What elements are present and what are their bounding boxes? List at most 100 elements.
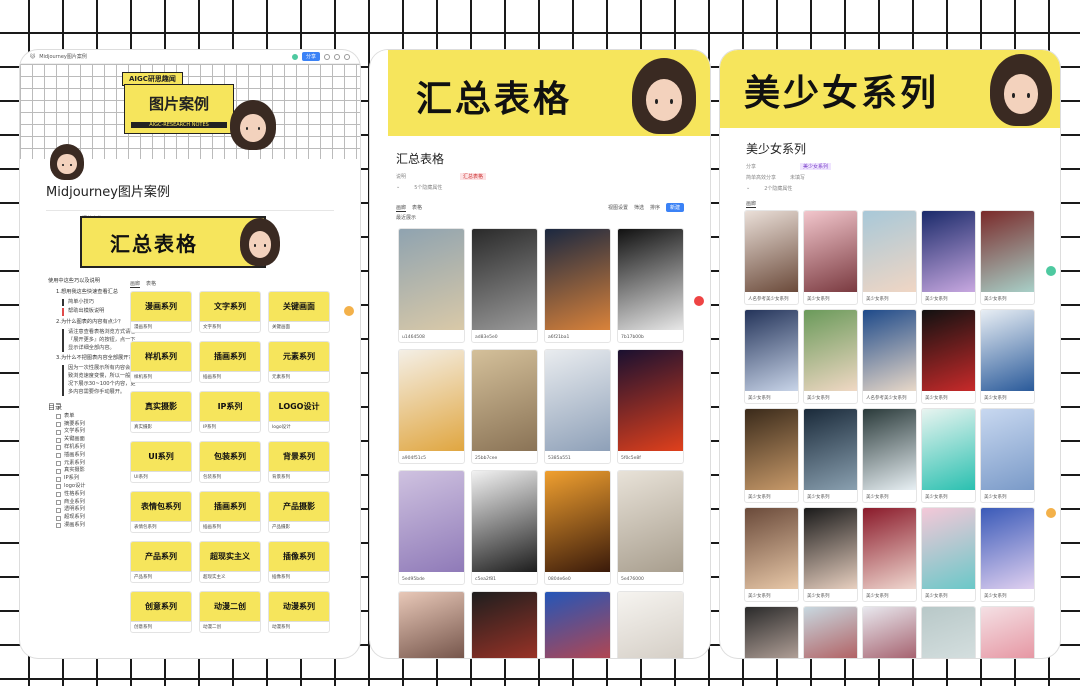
photo-card[interactable]: 美少女系列 [921,309,976,404]
clock-icon[interactable] [334,53,340,60]
photo-card[interactable] [862,606,917,658]
dir-item[interactable]: 超现系列 [56,514,136,522]
photo-card[interactable]: 7b17b00b [617,228,684,343]
dir-item[interactable]: 关键画面 [56,436,136,444]
photo-card[interactable]: 美少女系列 [980,309,1035,404]
photo-card[interactable]: 美少女系列 [980,507,1035,602]
photo-card[interactable]: 美少女系列 [980,210,1035,305]
photo-card[interactable]: 美少女系列 [744,309,799,404]
photo-card[interactable]: a904f51c5 [398,349,465,464]
photo-card[interactable] [617,591,684,658]
photo-card[interactable] [980,606,1035,658]
dir-item[interactable]: IP系列 [56,475,136,483]
more-icon[interactable] [344,53,350,60]
photo-card[interactable]: 美少女系列 [744,507,799,602]
category-card[interactable]: 超现实主义 超现实主义 [199,541,261,583]
tab-gallery[interactable]: 画廊 [130,280,141,288]
photo-card[interactable] [921,606,976,658]
avatar[interactable] [291,53,298,60]
photo-image [804,211,857,292]
new-button[interactable]: 新建 [665,203,684,212]
category-card[interactable]: 真实摄影 真实摄影 [130,391,192,433]
photo-card[interactable] [803,606,858,658]
category-card[interactable]: 漫画系列 漫画系列 [130,291,192,333]
photo-card[interactable]: 5e476000 [617,470,684,585]
dir-tab[interactable]: 表单 [56,413,136,421]
photo-card[interactable]: 人名参考美少女系列 [862,309,917,404]
photo-card[interactable] [471,591,538,658]
photo-card[interactable]: 5ed95bde [398,470,465,585]
dir-item[interactable]: 样机系列 [56,444,136,452]
photo-card[interactable] [544,591,611,658]
photo-card[interactable]: 080de6e0 [544,470,611,585]
doc-tab-title[interactable]: Midjourney图片案例 [39,53,87,60]
card-caption: 背景系列 [272,475,290,480]
category-card[interactable]: UI系列 UI系列 [130,441,192,483]
category-card[interactable]: 样机系列 样机系列 [130,341,192,383]
tab-gallery[interactable]: 画廊 [746,200,757,208]
category-card[interactable]: LOGO设计 logo设计 [268,391,330,433]
toc-q1b[interactable]: 帮助出模板说明 [62,308,136,317]
category-card[interactable]: 创意系列 创意系列 [130,591,192,633]
category-card[interactable]: 包装系列 包装系列 [199,441,261,483]
tab-gallery[interactable]: 画廊 [396,204,407,212]
category-card[interactable]: 插像系列 插像系列 [268,541,330,583]
category-card[interactable]: 关键画面 关键画面 [268,291,330,333]
history-icon[interactable] [324,53,330,60]
hidden-props[interactable]: ⌄ 5个隐藏属性 [370,182,710,193]
photo-card[interactable]: 5385a551 [544,349,611,464]
dir-item[interactable]: 漫画系列 [56,522,136,530]
sort-button[interactable]: 排序 [650,204,660,211]
dir-item[interactable]: 性格系列 [56,491,136,499]
dir-item[interactable]: 插画系列 [56,452,136,460]
category-card[interactable]: 文字系列 文字系列 [199,291,261,333]
meta-tag[interactable]: 美少女系列 [800,163,832,170]
category-card[interactable]: 表情包系列 表情包系列 [130,491,192,533]
category-card[interactable]: 产品系列 产品系列 [130,541,192,583]
photo-card[interactable]: 美少女系列 [862,507,917,602]
category-card[interactable]: 插画系列 插画系列 [199,491,261,533]
meta-tag[interactable]: 汇总表格 [460,173,487,180]
photo-card[interactable]: 美少女系列 [803,309,858,404]
category-card[interactable]: IP系列 IP系列 [199,391,261,433]
view-name[interactable]: 最近展示 [370,212,710,223]
photo-card[interactable]: a6f21ba1 [544,228,611,343]
category-card[interactable]: 动漫二创 动漫二创 [199,591,261,633]
photo-card[interactable]: 美少女系列 [921,507,976,602]
category-card[interactable]: 动漫系列 动漫系列 [268,591,330,633]
photo-card[interactable]: 美少女系列 [803,507,858,602]
photo-card[interactable]: 25bb7cee [471,349,538,464]
category-card[interactable]: 插画系列 插画系列 [199,341,261,383]
photo-card[interactable]: ad83e5e0 [471,228,538,343]
category-card[interactable]: 背景系列 背景系列 [268,441,330,483]
category-card[interactable]: 元素系列 元素系列 [268,341,330,383]
photo-card[interactable]: 美少女系列 [921,210,976,305]
hidden-props[interactable]: ⌄ 2个隐藏属性 [720,183,1060,194]
tab-table[interactable]: 表格 [412,204,422,211]
toc-q1a[interactable]: 简单小技巧 [62,298,136,307]
photo-card[interactable]: 美少女系列 [862,408,917,503]
photo-card[interactable]: u1464508 [398,228,465,343]
photo-card[interactable]: 美少女系列 [862,210,917,305]
summary-banner[interactable]: 汇总表格 [80,216,266,268]
decor-dot [694,296,704,306]
photo-card[interactable]: 美少女系列 [980,408,1035,503]
photo-card[interactable]: 美少女系列 [921,408,976,503]
dir-item[interactable]: logo设计 [56,483,136,491]
photo-card[interactable] [398,591,465,658]
tab-table[interactable]: 表格 [146,280,156,288]
photo-card[interactable]: 人名参考美少女系列 [744,210,799,305]
filter-button[interactable]: 筛选 [634,204,644,211]
image-gallery: 人名参考美少女系列 美少女系列 美少女系列 美少女系列 美少女系列 美少女系列 美少女系列人… [744,210,1035,658]
photo-card[interactable]: c5ea2f81 [471,470,538,585]
category-card[interactable]: 产品摄影 产品摄影 [268,491,330,533]
photo-card[interactable]: 美少女系列 [803,408,858,503]
photo-card[interactable] [744,606,799,658]
photo-card[interactable]: 美少女系列 [744,408,799,503]
photo-card[interactable]: 美少女系列 [803,210,858,305]
photo-card[interactable]: 5f0c5e8f [617,349,684,464]
photo-image [472,350,537,451]
share-button[interactable]: 分享 [301,52,320,61]
view-settings-button[interactable]: 视图设置 [608,204,628,211]
toc-head[interactable]: 使用中这些巧以及说明 [48,278,136,286]
